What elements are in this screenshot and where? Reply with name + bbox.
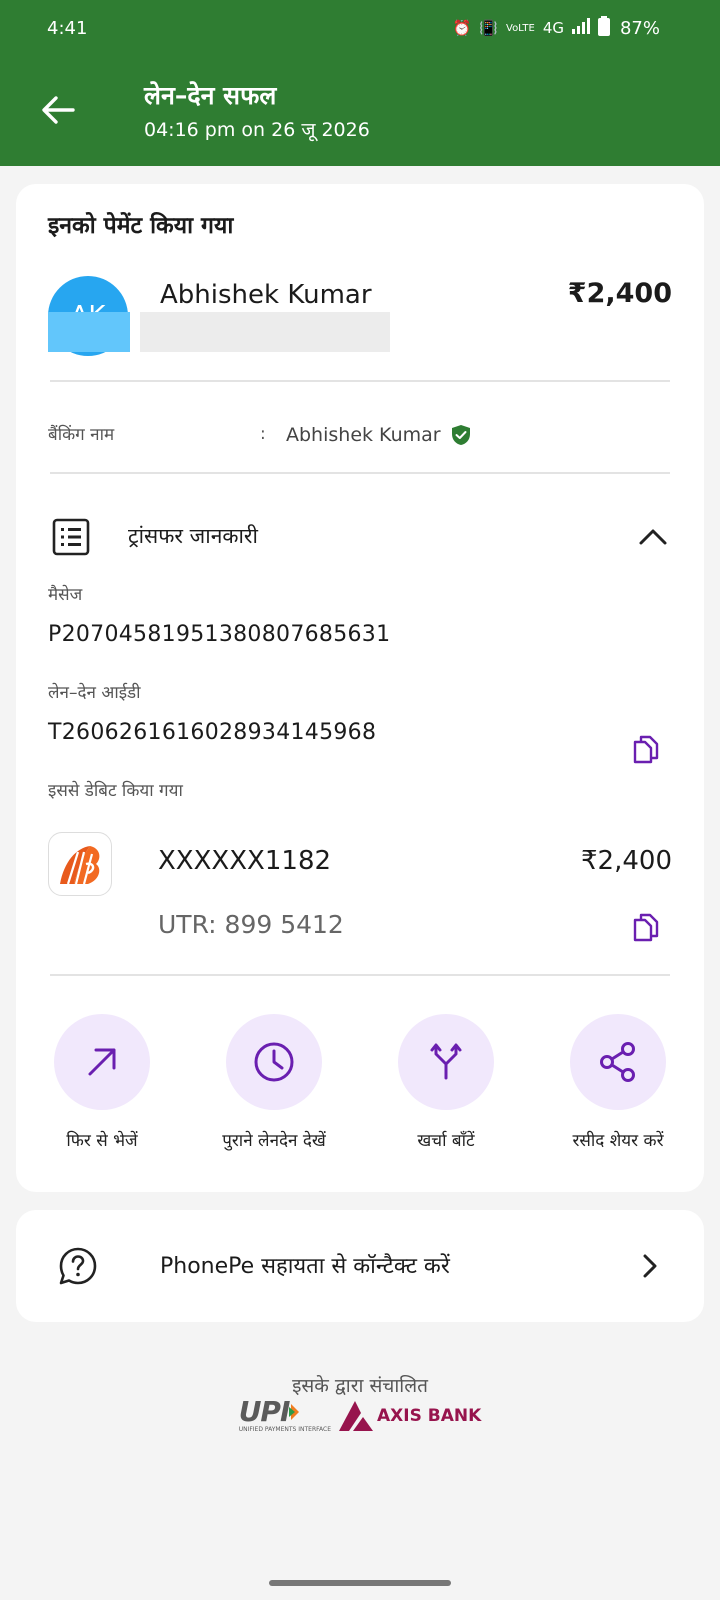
upi-logo-text: UPI (238, 1395, 291, 1428)
message-value: P2070458195138080768563​1 (48, 622, 391, 647)
powered-by-text: इसके द्वारा संचालित (292, 1375, 428, 1397)
divider (50, 974, 670, 976)
chevron-up-icon[interactable] (638, 524, 668, 548)
divider (50, 380, 670, 382)
paid-amount: ₹2,400 (567, 278, 672, 309)
status-bar: 4:41 ⏰ 📳 VoLTE 4G 87% (0, 0, 720, 56)
paid-to-heading: इनको पेमेंट किया गया (48, 213, 234, 239)
axis-bank-mark-icon (339, 1400, 374, 1431)
transfer-details-title[interactable]: ट्रांसफर जानकारी (128, 522, 258, 550)
share-receipt-label: रसीद शेयर करें (572, 1131, 664, 1151)
copy-icon[interactable] (632, 912, 660, 942)
network-label: 4G (542, 19, 564, 37)
view-history-label: पुराने लेनदेन देखें (222, 1131, 326, 1151)
help-question-icon (59, 1247, 97, 1285)
header: 4:41 ⏰ 📳 VoLTE 4G 87% लेन–देन सफल 04:16 … (0, 0, 720, 166)
signal-icon (571, 18, 590, 38)
payee-name: Abhishek Kumar (160, 280, 372, 310)
chevron-right-icon (643, 1254, 657, 1278)
quick-actions: फिर से भेजें पुराने लेनदेन देखें खर्चा ब… (16, 1014, 704, 1151)
help-contact-row[interactable]: PhonePe सहायता से कॉन्टैक्ट करें (16, 1210, 704, 1322)
vibrate-icon: 📳 (479, 19, 498, 37)
banking-name-colon: : (260, 424, 266, 444)
message-label: मैसेज (48, 585, 83, 605)
banking-name-label: बैंकिंग नाम (48, 425, 115, 445)
home-indicator[interactable] (269, 1580, 451, 1586)
send-again-button[interactable]: फिर से भेजें (16, 1014, 188, 1151)
verified-shield-icon (451, 425, 470, 445)
bank-of-baroda-logo (48, 832, 112, 896)
share-receipt-button[interactable]: रसीद शेयर करें (532, 1014, 704, 1151)
status-time: 4:41 (47, 17, 88, 39)
divider (50, 472, 670, 474)
share-receipt-circle[interactable] (570, 1014, 666, 1110)
banking-name-value: Abhishek Kumar (286, 424, 441, 446)
debit-account-number: XXXXXX1182 (158, 846, 332, 876)
transaction-datetime: 04:16 pm on 26 जू 2026 (144, 119, 370, 141)
debited-from-label: इससे डेबिट किया गया (48, 781, 183, 801)
upi-logo-subtext: UNIFIED PAYMENTS INTERFACE (238, 1426, 332, 1433)
share-icon (600, 1042, 635, 1082)
axis-bank-text: AXIS BANK (377, 1405, 482, 1426)
split-expense-button[interactable]: खर्चा बाँटें (360, 1014, 532, 1151)
arrow-up-right-icon (88, 1048, 116, 1076)
battery-percent: 87% (619, 17, 660, 39)
redacted-upi-id (140, 312, 390, 352)
banking-name-value-row: Abhishek Kumar (286, 424, 471, 446)
alarm-icon: ⏰ (452, 19, 472, 37)
status-icons: ⏰ 📳 VoLTE 4G 87% (453, 16, 660, 40)
help-contact-text[interactable]: PhonePe सहायता से कॉन्टैक्ट करें (160, 1250, 450, 1280)
clock-icon (254, 1042, 294, 1082)
transaction-id-label: लेन–देन आईडी (48, 683, 141, 703)
split-icon (430, 1043, 462, 1080)
back-button[interactable] (36, 88, 80, 132)
view-history-circle[interactable] (226, 1014, 322, 1110)
battery-icon (597, 16, 610, 40)
split-expense-label: खर्चा बाँटें (417, 1131, 475, 1151)
redacted-block (48, 312, 130, 352)
send-again-label: फिर से भेजें (66, 1131, 138, 1151)
transaction-id-value: T2606261616028934145968 (48, 720, 377, 745)
split-expense-circle[interactable] (398, 1014, 494, 1110)
debit-amount: ₹2,400 (581, 846, 672, 876)
volte-label: VoLTE (506, 22, 535, 34)
axis-bank-logo: AXIS BANK (339, 1400, 482, 1431)
upi-arrow-icon (289, 1404, 300, 1420)
list-details-icon (52, 518, 90, 556)
partner-logos: UPI UNIFIED PAYMENTS INTERFACE AXIS BANK (0, 1395, 720, 1434)
upi-logo: UPI UNIFIED PAYMENTS INTERFACE (238, 1395, 332, 1434)
send-again-circle[interactable] (54, 1014, 150, 1110)
utr-number: UTR: 899 5412 (158, 910, 344, 939)
transaction-details-card: इनको पेमेंट किया गया AK Abhishek Kumar ₹… (16, 184, 704, 1192)
copy-icon[interactable] (632, 734, 660, 764)
back-arrow-icon (42, 96, 75, 124)
view-history-button[interactable]: पुराने लेनदेन देखें (188, 1014, 360, 1151)
page-title: लेन–देन सफल (144, 81, 277, 110)
